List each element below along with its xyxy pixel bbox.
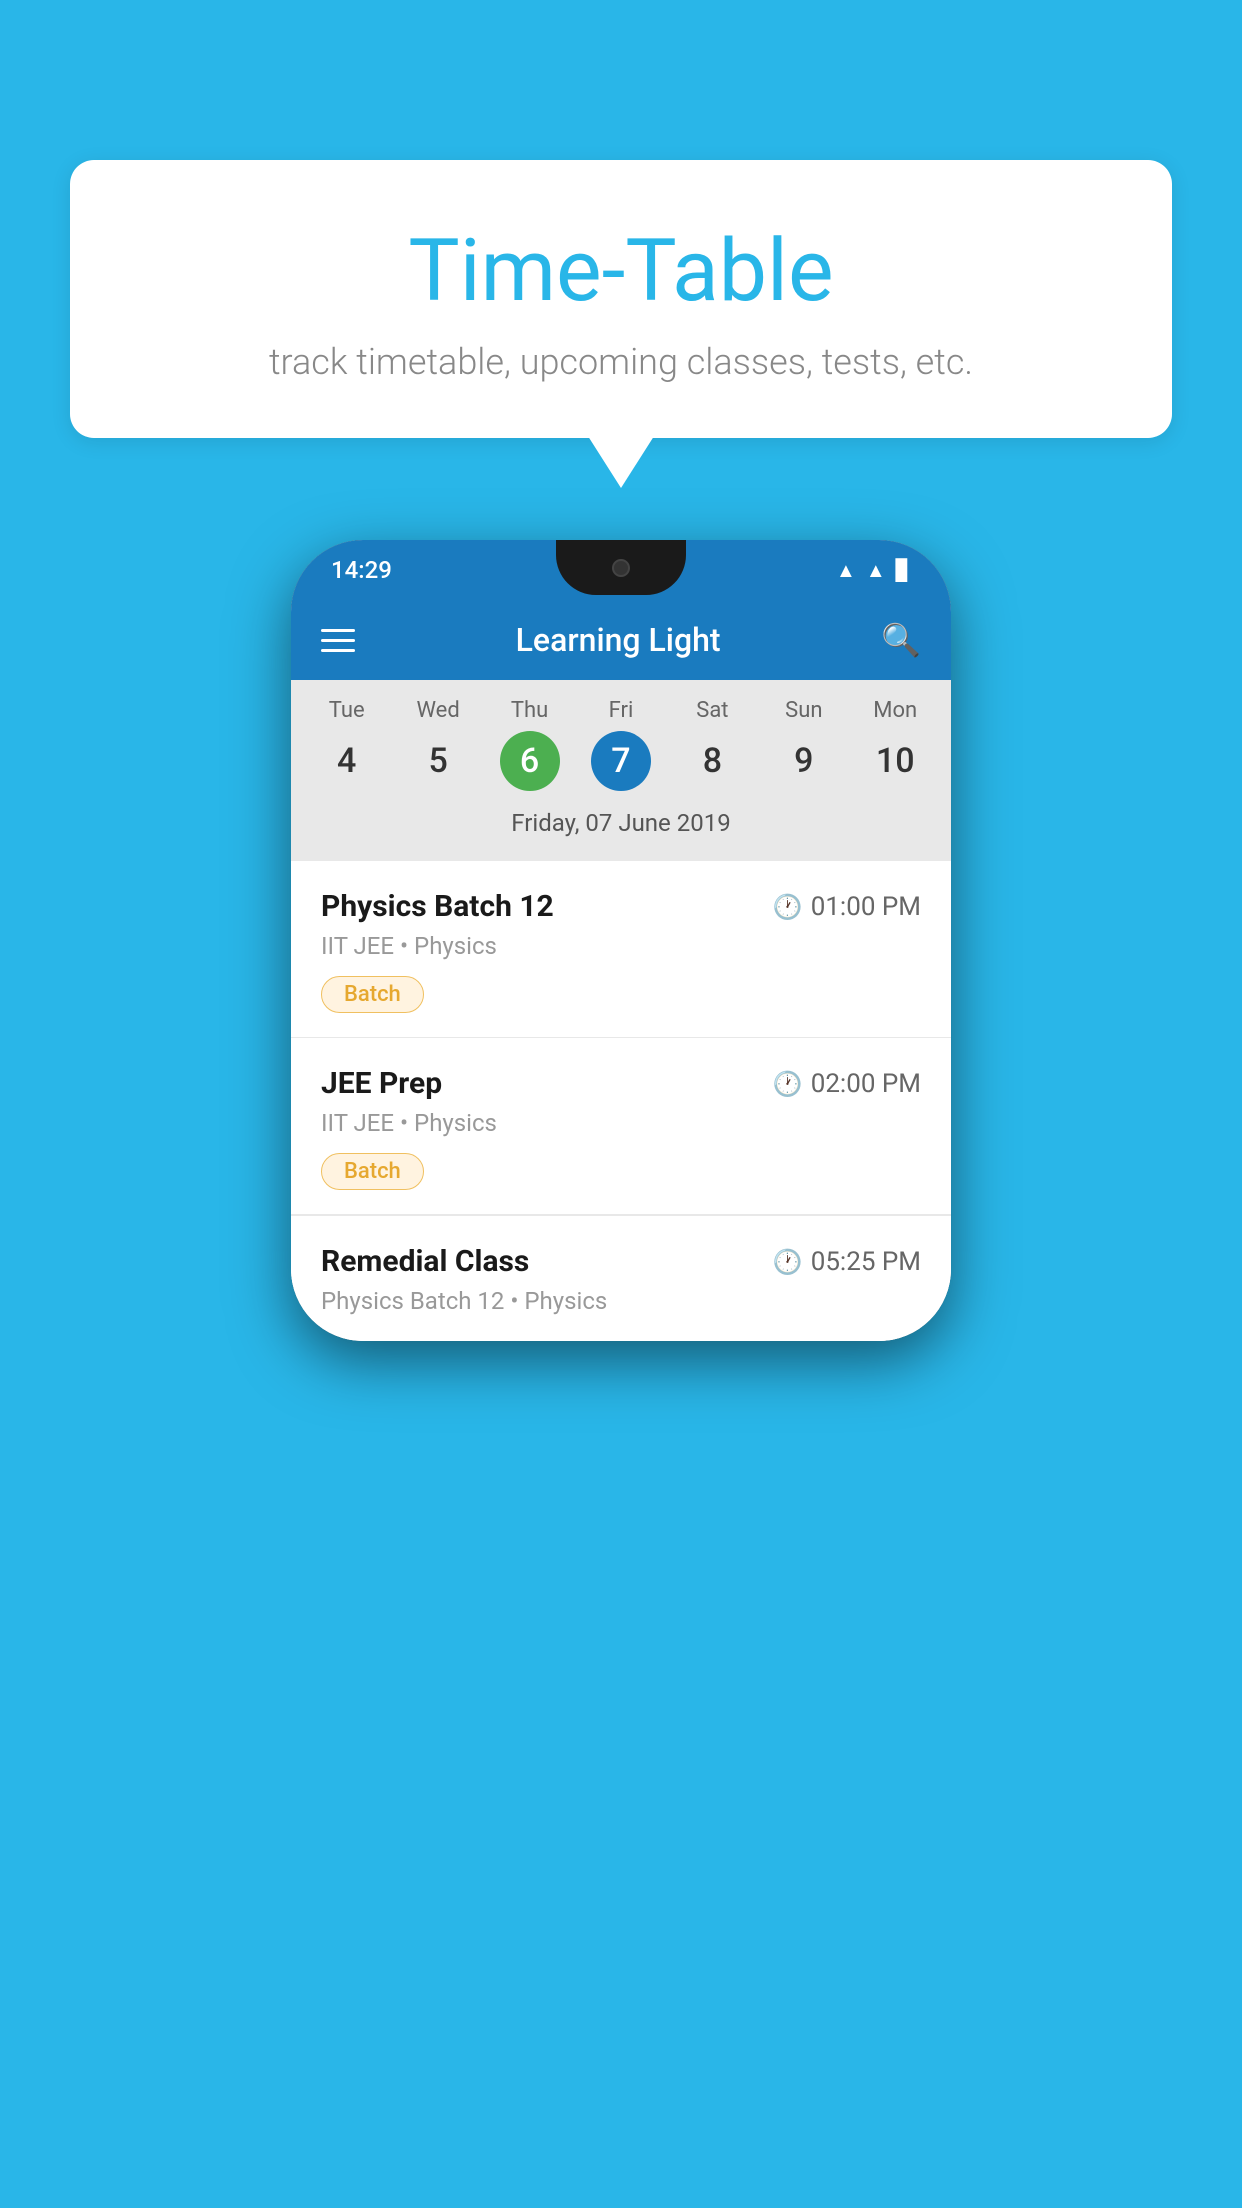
day-number: 9 xyxy=(774,731,834,791)
batch-badge: Batch xyxy=(321,1153,424,1190)
hamburger-menu-button[interactable] xyxy=(321,629,355,652)
phone-outer: 14:29 ▲ ▲ ▊ Learning Light 🔍 xyxy=(291,540,951,1341)
schedule-meta: IIT JEE • Physics xyxy=(321,932,921,960)
schedule-meta: IIT JEE • Physics xyxy=(321,1109,921,1137)
wifi-icon: ▲ xyxy=(836,558,856,583)
day-name: Thu xyxy=(511,698,548,723)
day-col-sun[interactable]: Sun 9 xyxy=(764,698,844,791)
phone-screen: 14:29 ▲ ▲ ▊ Learning Light 🔍 xyxy=(291,540,951,1341)
schedule-item-header: JEE Prep 🕐 02:00 PM xyxy=(321,1066,921,1101)
schedule-meta: Physics Batch 12 • Physics xyxy=(321,1287,921,1315)
day-name: Mon xyxy=(873,698,917,723)
day-name: Fri xyxy=(609,698,634,723)
schedule-time: 🕐 01:00 PM xyxy=(773,892,921,922)
schedule-item-header: Remedial Class 🕐 05:25 PM xyxy=(321,1244,921,1279)
day-name: Sat xyxy=(696,698,728,723)
day-number: 5 xyxy=(408,731,468,791)
day-name: Sun xyxy=(785,698,822,723)
clock-icon: 🕐 xyxy=(773,1070,803,1098)
app-bar: Learning Light 🔍 xyxy=(291,600,951,680)
day-number: 7 xyxy=(591,731,651,791)
app-title: Learning Light xyxy=(516,621,721,659)
day-col-wed[interactable]: Wed 5 xyxy=(398,698,478,791)
schedule-item-header: Physics Batch 12 🕐 01:00 PM xyxy=(321,889,921,924)
signal-icon: ▲ xyxy=(866,558,886,583)
batch-badge: Batch xyxy=(321,976,424,1013)
search-button[interactable]: 🔍 xyxy=(881,621,921,659)
selected-date-label: Friday, 07 June 2019 xyxy=(301,799,941,851)
day-number: 8 xyxy=(682,731,742,791)
status-icons: ▲ ▲ ▊ xyxy=(836,558,911,583)
clock-icon: 🕐 xyxy=(773,893,803,921)
phone-mockup: 14:29 ▲ ▲ ▊ Learning Light 🔍 xyxy=(291,540,951,1341)
status-time: 14:29 xyxy=(331,556,392,584)
day-col-fri[interactable]: Fri 7 xyxy=(581,698,661,791)
battery-icon: ▊ xyxy=(896,558,911,582)
day-col-tue[interactable]: Tue 4 xyxy=(307,698,387,791)
schedule-item[interactable]: Remedial Class 🕐 05:25 PM Physics Batch 12… xyxy=(291,1215,951,1341)
day-number: 4 xyxy=(317,731,377,791)
day-col-mon[interactable]: Mon 10 xyxy=(855,698,935,791)
schedule-item[interactable]: JEE Prep 🕐 02:00 PM IIT JEE • Physics Batch xyxy=(291,1038,951,1215)
schedule-time: 🕐 05:25 PM xyxy=(773,1247,921,1277)
status-bar: 14:29 ▲ ▲ ▊ xyxy=(291,540,951,600)
bubble-title: Time-Table xyxy=(120,220,1122,321)
speech-bubble: Time-Table track timetable, upcoming cla… xyxy=(70,160,1172,438)
schedule-title: Physics Batch 12 xyxy=(321,889,554,924)
schedule-title: JEE Prep xyxy=(321,1066,442,1101)
schedule-title: Remedial Class xyxy=(321,1244,529,1279)
clock-icon: 🕐 xyxy=(773,1248,803,1276)
day-number: 10 xyxy=(865,731,925,791)
schedule-list: Physics Batch 12 🕐 01:00 PM IIT JEE • Phys… xyxy=(291,861,951,1341)
days-row: Tue 4 Wed 5 Thu 6 Fri 7 Sat 8 Sun 9 Mon 10 xyxy=(301,698,941,791)
schedule-item[interactable]: Physics Batch 12 🕐 01:00 PM IIT JEE • Phys… xyxy=(291,861,951,1038)
schedule-time: 🕐 02:00 PM xyxy=(773,1069,921,1099)
day-col-thu[interactable]: Thu 6 xyxy=(490,698,570,791)
day-col-sat[interactable]: Sat 8 xyxy=(672,698,752,791)
day-number: 6 xyxy=(500,731,560,791)
bubble-subtitle: track timetable, upcoming classes, tests… xyxy=(120,341,1122,383)
day-name: Tue xyxy=(329,698,365,723)
camera-dot xyxy=(612,559,630,577)
calendar-strip: Tue 4 Wed 5 Thu 6 Fri 7 Sat 8 Sun 9 Mon 10 Friday, 07… xyxy=(291,680,951,861)
notch xyxy=(556,540,686,595)
speech-bubble-container: Time-Table track timetable, upcoming cla… xyxy=(70,160,1172,438)
day-name: Wed xyxy=(416,698,459,723)
